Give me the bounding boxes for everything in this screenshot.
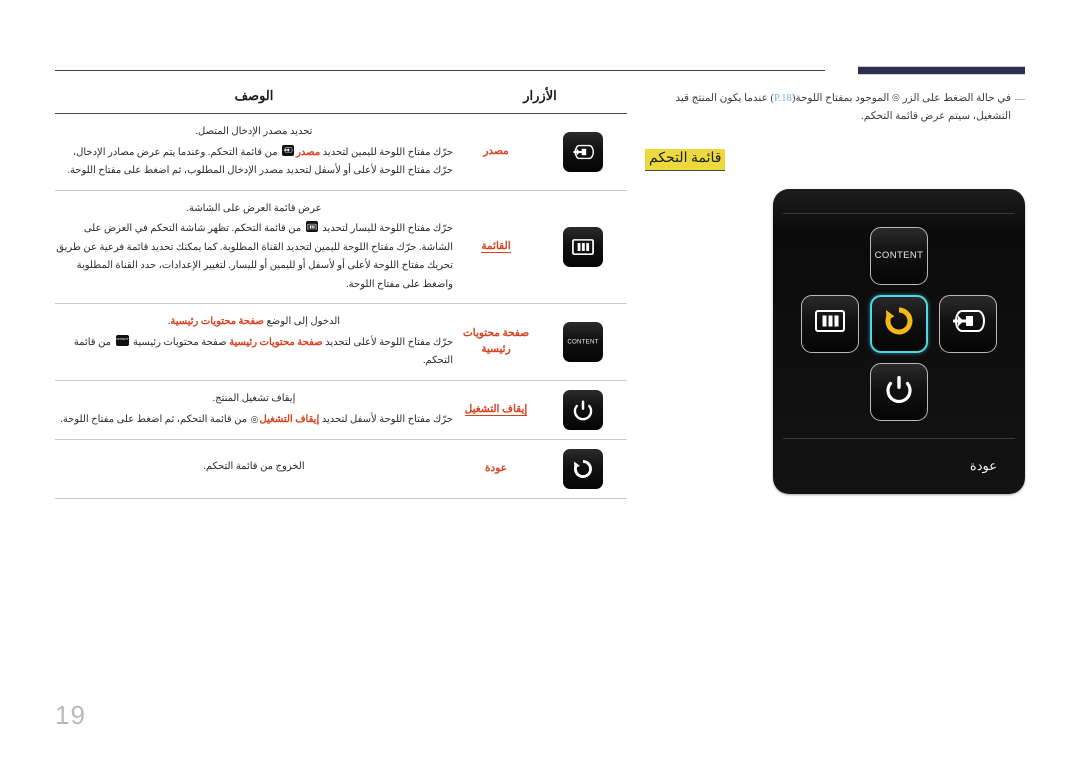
button-reference-table: الأزرار الوصف مصدر تحديد مصدر الإدخال الم… [55, 88, 627, 499]
emphasis-text: مصدر [296, 146, 321, 158]
column-header-description: الوصف [234, 88, 274, 103]
cell-button-icon [539, 190, 627, 304]
control-menu-footer-label: عودة [969, 458, 997, 474]
table-row: عودة الخروج من قائمة التحكم. [55, 439, 627, 498]
button-name-label: القائمة [481, 240, 511, 253]
cell-button-name: صفحة محتويات رئيسية [453, 304, 539, 381]
power-glyph-icon: ◎ [250, 414, 259, 425]
cell-button-name: القائمة [453, 190, 539, 304]
description-lead: الخروج من قائمة التحكم. [203, 461, 305, 473]
source-input-icon [951, 309, 985, 338]
description-body: حرّك مفتاح اللوحة لأسفل لتحديد إيقاف الت… [55, 411, 453, 430]
emphasis-text: صفحة محتويات رئيسية [229, 336, 323, 348]
control-menu-panel: CONTENT عودة [773, 188, 1025, 494]
button-name-label: إيقاف التشغيل [464, 403, 528, 416]
description-lead: عرض قائمة العرض على الشاشة. [186, 202, 322, 214]
description-body: حرّك مفتاح اللوحة لليسار لتحديد من قائمة… [56, 221, 453, 290]
column-header-buttons: الأزرار [523, 88, 557, 103]
description-lead: تحديد مصدر الإدخال المتصل. [195, 126, 313, 137]
description-lead: إيقاف تشغيل المنتج. [212, 393, 296, 404]
page-reference-link[interactable]: P.18 [774, 93, 792, 104]
inline-menu-bars-icon [305, 221, 318, 232]
inline-content-icon: CONTENT [114, 334, 129, 346]
section-heading: قائمة التحكم [645, 148, 1025, 171]
table-row: إيقاف التشغيل إيقاف تشغيل المنتج. حرّك مفت… [55, 380, 627, 439]
content-label: CONTENT [874, 250, 924, 262]
table-body: مصدر تحديد مصدر الإدخال المتصل. حرّك مفتاح… [55, 114, 627, 498]
cell-button-name: إيقاف التشغيل [453, 380, 539, 439]
table-header-row: الأزرار الوصف [55, 88, 627, 114]
panel-key-power[interactable] [870, 362, 928, 421]
button-name-label: عودة [485, 462, 507, 474]
cell-button-icon: CONTENT [539, 304, 627, 381]
description-body: حرّك مفتاح اللوحة لأعلى لتحديد صفحة محتو… [73, 334, 453, 366]
cell-description: الخروج من قائمة التحكم. [55, 439, 453, 498]
table-key-menu-bars [563, 226, 603, 267]
note-dash: — [1015, 94, 1025, 105]
power-icon [884, 374, 914, 409]
emphasis-text: صفحة محتويات رئيسية [170, 316, 264, 327]
table-key-power [563, 389, 603, 430]
note-text-2: الموجود بمفتاح اللوحة [795, 93, 890, 104]
header-rule-left [55, 70, 825, 71]
menu-bars-icon [815, 310, 845, 337]
cell-description: تحديد مصدر الإدخال المتصل. حرّك مفتاح الل… [55, 114, 453, 191]
table-key-return-arrow [563, 448, 603, 489]
cell-description: إيقاف تشغيل المنتج. حرّك مفتاح اللوحة لأس… [55, 380, 453, 439]
panel-key-content[interactable]: CONTENT [870, 226, 928, 285]
cell-description: الدخول إلى الوضع صفحة محتويات رئيسية. حرّ… [55, 304, 453, 381]
control-menu-keys: CONTENT [773, 215, 1025, 437]
cell-description: عرض قائمة العرض على الشاشة. حرّك مفتاح ال… [55, 190, 453, 304]
cell-button-icon [539, 380, 627, 439]
table-key-source-input [563, 131, 603, 172]
inline-source-input-icon [282, 144, 295, 156]
return-arrow-icon [883, 305, 915, 342]
table-key-content: CONTENT [563, 321, 603, 362]
button-name-label: صفحة محتويات رئيسية [462, 328, 530, 355]
panel-key-source[interactable] [939, 294, 997, 353]
description-lead: الدخول إلى الوضع صفحة محتويات رئيسية. [167, 316, 341, 327]
content-label: CONTENT [567, 338, 599, 346]
description-body: حرّك مفتاح اللوحة لليمين لتحديد مصدر من … [67, 144, 453, 176]
power-glyph-icon: ◎ [891, 92, 900, 103]
cell-button-name: مصدر [453, 114, 539, 191]
section-heading-label: قائمة التحكم [645, 148, 726, 171]
cell-button-icon [539, 114, 627, 191]
table-row: القائمة عرض قائمة العرض على الشاشة. حرّك م… [55, 190, 627, 304]
right-column: — في حالة الضغط على الزر ◎ الموجود بمفتاح… [645, 90, 1025, 494]
table-row: مصدر تحديد مصدر الإدخال المتصل. حرّك مفتاح… [55, 114, 627, 191]
button-name-label: مصدر [483, 145, 509, 157]
page-number: 19 [55, 700, 86, 730]
table-row: CONTENT صفحة محتويات رئيسية الدخول إلى الو… [55, 304, 627, 381]
cell-button-name: عودة [453, 439, 539, 498]
cell-button-icon [539, 439, 627, 498]
control-menu-footer: عودة [783, 437, 1015, 494]
note-text-1: في حالة الضغط على الزر [902, 93, 1011, 104]
emphasis-text: إيقاف التشغيل [259, 413, 320, 425]
panel-key-menu[interactable] [801, 294, 859, 353]
header-rule-right [858, 66, 1025, 75]
panel-key-return-selected[interactable] [870, 294, 928, 353]
intro-note: — في حالة الضغط على الزر ◎ الموجود بمفتاح… [645, 90, 1025, 127]
